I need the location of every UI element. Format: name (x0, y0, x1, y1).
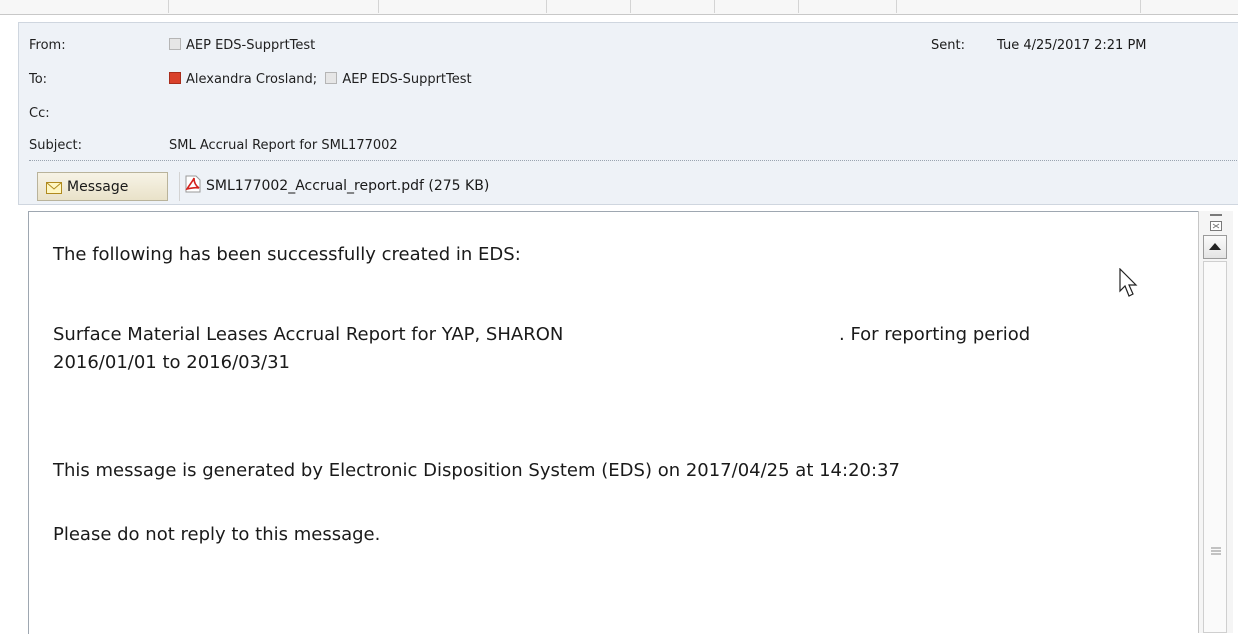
vertical-scrollbar[interactable] (1198, 211, 1233, 633)
to-value: Alexandra Crosland; AEP EDS-SupprtTest (169, 72, 472, 87)
pdf-icon (185, 175, 201, 193)
presence-unknown-icon (169, 38, 181, 50)
body-line-generated: This message is generated by Electronic … (53, 460, 900, 481)
column-separator (378, 0, 379, 13)
to-label: To: (29, 72, 48, 87)
scroll-up-button[interactable] (1203, 235, 1227, 259)
envelope-icon (46, 182, 62, 194)
message-body[interactable]: The following has been successfully crea… (28, 211, 1199, 634)
body-line-created: The following has been successfully crea… (53, 244, 521, 265)
body-line-dates: 2016/01/01 to 2016/03/31 (53, 352, 291, 373)
column-separator (546, 0, 547, 13)
attachment-label: SML177002_Accrual_report.pdf (275 KB) (206, 178, 490, 194)
sent-value: Tue 4/25/2017 2:21 PM (997, 38, 1147, 53)
subject-label: Subject: (29, 138, 82, 153)
column-separator (1140, 0, 1141, 13)
column-separator (798, 0, 799, 13)
presence-busy-icon (169, 72, 181, 84)
message-tab-label: Message (67, 179, 129, 195)
split-view-icon[interactable] (1209, 213, 1223, 233)
header-divider (29, 160, 1238, 161)
column-separator (630, 0, 631, 13)
attachment-item[interactable]: SML177002_Accrual_report.pdf (275 KB) (179, 172, 489, 201)
scroll-track[interactable] (1203, 261, 1227, 633)
sent-label: Sent: (931, 38, 965, 53)
from-label: From: (29, 38, 66, 53)
column-separator (168, 0, 169, 13)
message-tab[interactable]: Message (37, 172, 168, 201)
column-separator (896, 0, 897, 13)
scroll-grip-icon (1211, 547, 1221, 555)
from-name[interactable]: AEP EDS-SupprtTest (186, 38, 315, 53)
body-line-report-period: . For reporting period (839, 324, 1031, 345)
column-separator (714, 0, 715, 13)
arrow-up-icon (1209, 243, 1221, 250)
mouse-pointer-icon (1119, 268, 1138, 297)
subject-value: SML Accrual Report for SML177002 (169, 138, 398, 153)
presence-unknown-icon (325, 72, 338, 84)
body-line-noreply: Please do not reply to this message. (53, 524, 381, 545)
from-value[interactable]: AEP EDS-SupprtTest (169, 38, 315, 53)
message-header: From: AEP EDS-SupprtTest Sent: Tue 4/25/… (18, 22, 1238, 205)
list-column-strip (0, 0, 1238, 15)
cc-label: Cc: (29, 106, 50, 121)
to-recipient-1[interactable]: Alexandra Crosland; (186, 72, 317, 87)
body-line-report: Surface Material Leases Accrual Report f… (53, 324, 564, 345)
to-recipient-2[interactable]: AEP EDS-SupprtTest (342, 72, 471, 87)
